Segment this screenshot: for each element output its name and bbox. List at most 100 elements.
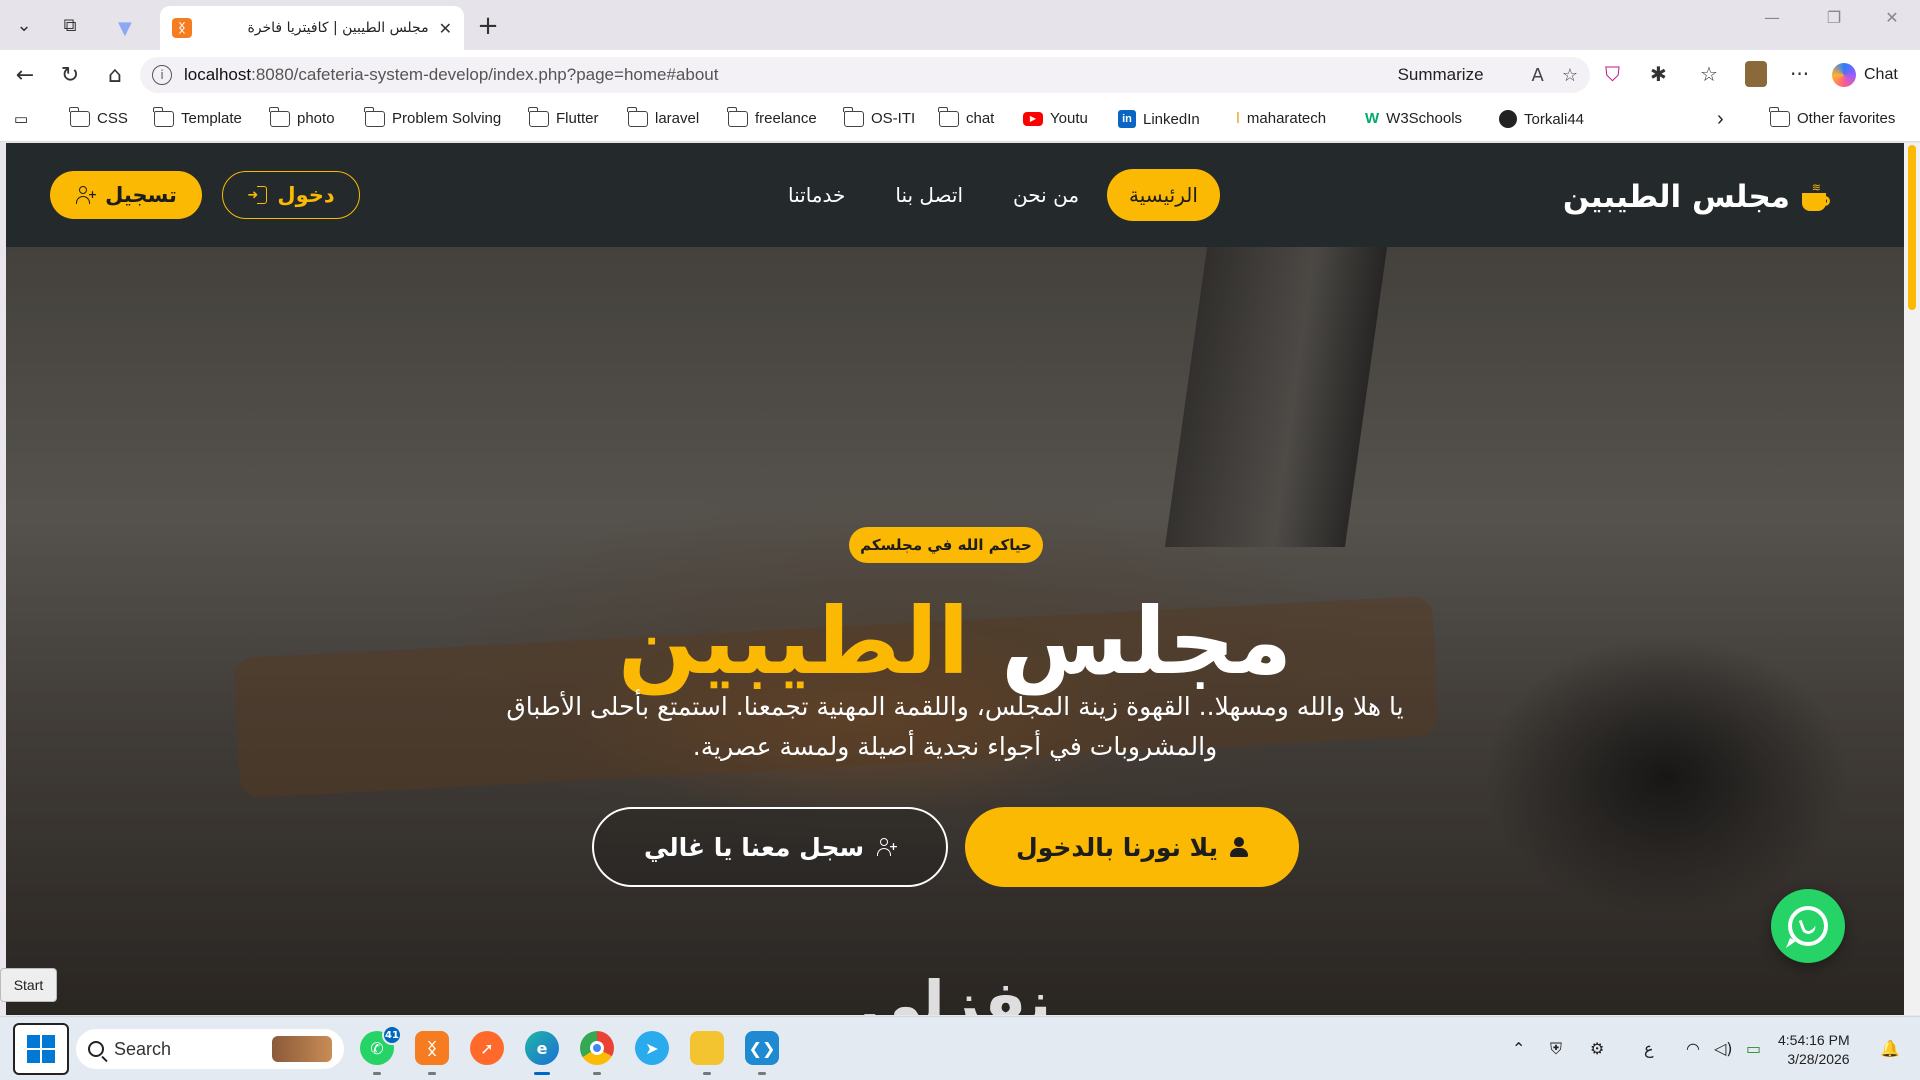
search-highlight-image (272, 1036, 332, 1062)
site-navbar: ≋ مجلس الطيبين الرئيسية من نحن اتصل بنا … (6, 143, 1904, 247)
copilot-chat-button[interactable]: Chat (1832, 63, 1898, 87)
site-info-icon[interactable]: i (152, 65, 172, 85)
favorite-star-icon[interactable]: ☆ (1562, 65, 1578, 86)
user-plus-icon: + (75, 186, 97, 204)
file-explorer-app-icon[interactable] (690, 1031, 724, 1075)
xampp-app-icon[interactable]: ᛝ (415, 1031, 449, 1075)
taskbar-search[interactable]: Search (76, 1029, 344, 1069)
volume-icon[interactable]: ◁) (1714, 1039, 1733, 1058)
nav-services[interactable]: خدماتنا (766, 169, 867, 221)
vpn-triangle-icon: ▼ (118, 17, 132, 39)
favorite-item[interactable]: Torkali44 (1499, 110, 1584, 128)
maharatech-icon: ǀ (1236, 110, 1240, 127)
minimize-icon[interactable]: — (1750, 8, 1794, 27)
scrollbar-thumb[interactable] (1908, 145, 1916, 310)
wifi-icon[interactable]: ◠ (1686, 1039, 1700, 1058)
github-icon (1499, 110, 1517, 128)
favorite-item[interactable]: freelance (727, 106, 817, 127)
main-nav: الرئيسية من نحن اتصل بنا خدماتنا (766, 169, 1220, 221)
extensions-icon[interactable]: ✱ (1650, 62, 1667, 86)
folder-icon (364, 106, 385, 127)
search-icon (88, 1041, 104, 1057)
chrome-app-icon[interactable] (580, 1031, 614, 1075)
favorite-item[interactable]: CSS (69, 106, 128, 127)
favorite-item[interactable]: Problem Solving (364, 106, 501, 127)
favorites-icon[interactable]: ☆ (1700, 62, 1718, 86)
reload-icon[interactable]: ↻ (55, 60, 85, 90)
battery-icon[interactable]: ▭ (1746, 1039, 1761, 1058)
edge-app-icon[interactable]: e (525, 1031, 559, 1075)
new-tab-button[interactable]: + (470, 10, 506, 42)
tab-close-icon[interactable]: ✕ (439, 19, 452, 38)
tray-defender-icon[interactable]: ⛨ (1550, 1039, 1562, 1059)
hero-section: حياكم الله في مجلسكم مجلس الطيبين يا هلا… (6, 247, 1904, 1015)
vscode-app-icon[interactable]: ❮❯ (745, 1031, 779, 1075)
start-button[interactable] (13, 1023, 69, 1075)
tray-app-icon[interactable]: ⚙ (1590, 1039, 1604, 1058)
folder-icon (938, 106, 959, 127)
nav-about[interactable]: من نحن (991, 169, 1101, 221)
taskbar: Search ✆ 41 ᛝ ➚ e ➤ ❮❯ ⌃ ⛨ ⚙ ع ◠ ◁) ▭ 4:5… (0, 1016, 1920, 1080)
ublock-shield-icon[interactable]: ⛉ (1605, 62, 1620, 86)
tray-overflow-chevron-icon[interactable]: ⌃ (1512, 1039, 1525, 1058)
favorite-item[interactable]: chat (938, 106, 994, 127)
address-url[interactable]: localhost:8080/cafeteria-system-develop/… (184, 65, 718, 85)
summarize-button[interactable]: Summarize (1398, 65, 1484, 85)
workspaces-icon[interactable]: ⧉ (52, 8, 88, 42)
telegram-app-icon[interactable]: ➤ (635, 1031, 669, 1065)
favorite-item[interactable]: Template (153, 106, 242, 127)
folder-icon (843, 106, 864, 127)
profile-avatar[interactable] (1745, 61, 1767, 87)
favorite-item[interactable]: W W3Schools (1365, 110, 1462, 127)
whatsapp-icon (1788, 906, 1828, 946)
folder-icon (727, 106, 748, 127)
nav-home[interactable]: الرئيسية (1107, 169, 1220, 221)
read-aloud-icon[interactable]: A (1532, 65, 1544, 86)
favorite-item[interactable]: ǀ maharatech (1236, 110, 1326, 127)
user-icon (1230, 837, 1248, 857)
cta-register-button[interactable]: + سجل معنا يا غالي (592, 807, 948, 887)
hero-title-white: مجلس (1001, 588, 1293, 695)
user-plus-icon: + (876, 838, 898, 856)
notification-badge: 41 (382, 1025, 402, 1045)
other-favorites[interactable]: Other favorites (1769, 106, 1895, 127)
page-scrollbar[interactable] (1904, 143, 1920, 1015)
notifications-bell-icon[interactable]: 🔔 (1880, 1039, 1900, 1058)
xampp-favicon-icon: ᛝ (172, 18, 192, 38)
close-window-icon[interactable]: ✕ (1870, 8, 1914, 27)
folder-icon (269, 106, 290, 127)
favorite-item[interactable]: in LinkedIn (1118, 110, 1200, 128)
hero-badge: حياكم الله في مجلسكم (849, 527, 1043, 563)
folder-icon (627, 106, 648, 127)
postman-app-icon[interactable]: ➚ (470, 1031, 504, 1065)
favorite-item[interactable]: ▶ Youtu (1023, 110, 1088, 127)
reading-list-icon[interactable]: ▭ (14, 110, 28, 128)
browser-toolbar: ← ↻ ⌂ i localhost:8080/cafeteria-system-… (0, 50, 1920, 100)
folder-icon (528, 106, 549, 127)
copilot-icon (1832, 63, 1856, 87)
clock-date: 3/28/2026 (1787, 1051, 1850, 1067)
register-button[interactable]: تسجيل + (50, 171, 202, 219)
restore-icon[interactable]: ❐ (1812, 8, 1856, 27)
home-icon[interactable]: ⌂ (100, 60, 130, 90)
site-logo[interactable]: ≋ مجلس الطيبين (1563, 179, 1830, 215)
hero-subtitle: يا هلا والله ومسهلا.. القهوة زينة المجلس… (506, 692, 1404, 761)
favorite-item[interactable]: photo (269, 106, 335, 127)
favorites-overflow-chevron-icon[interactable]: › (1717, 108, 1724, 131)
nav-contact[interactable]: اتصل بنا (873, 169, 985, 221)
favorite-item[interactable]: Flutter (528, 106, 599, 127)
login-button[interactable]: دخول ➜ (222, 171, 360, 219)
favorite-item[interactable]: OS-ITI (843, 106, 915, 127)
tab-active[interactable]: ᛝ مجلس الطيبين | كافيتريا فاخرة ✕ (160, 6, 464, 50)
tab-inactive[interactable]: ▼ (106, 6, 154, 50)
input-language-indicator[interactable]: ع (1644, 1039, 1654, 1058)
more-options-icon[interactable]: ··· (1790, 62, 1809, 86)
address-bar[interactable]: i localhost:8080/cafeteria-system-develo… (140, 57, 1590, 93)
whatsapp-float-button[interactable] (1771, 889, 1845, 963)
taskbar-clock[interactable]: 4:54:16 PM 3/28/2026 (1778, 1031, 1850, 1069)
whatsapp-app-icon[interactable]: ✆ 41 (360, 1025, 402, 1075)
back-icon[interactable]: ← (10, 60, 40, 90)
tab-actions-chevron-icon[interactable]: ⌄ (6, 8, 42, 42)
cta-login-button[interactable]: يلا نورنا بالدخول (965, 807, 1299, 887)
favorite-item[interactable]: laravel (627, 106, 699, 127)
